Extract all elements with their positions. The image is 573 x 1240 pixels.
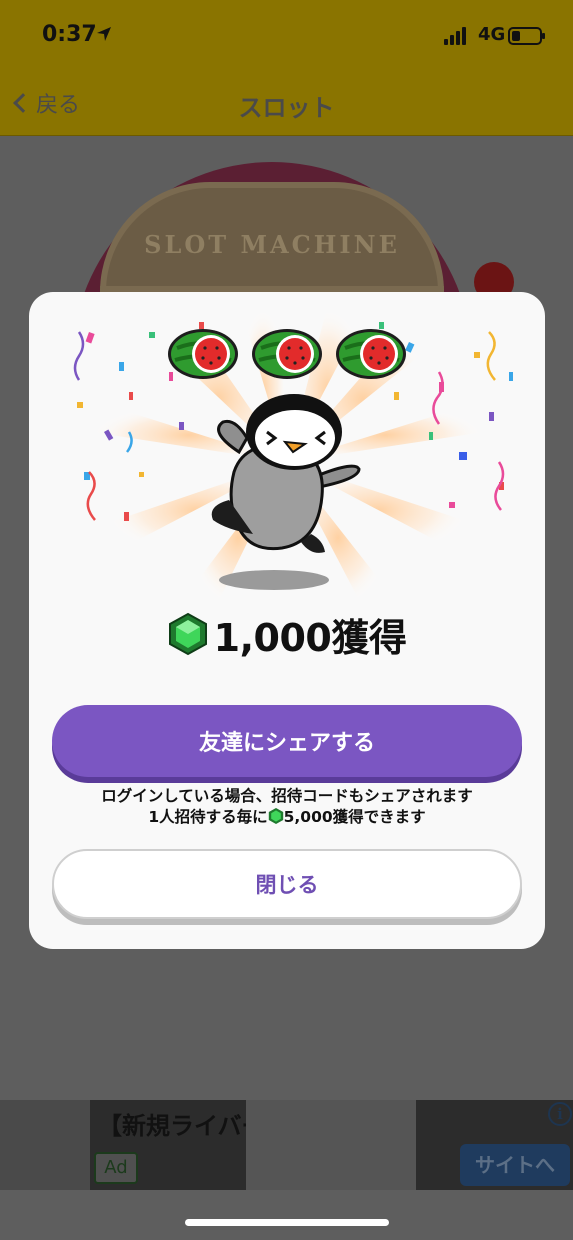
- ad-badge: Ad: [94, 1152, 138, 1184]
- reward-text: 1,000獲得: [213, 615, 407, 660]
- page-title: スロット: [238, 94, 335, 122]
- invite-note-prefix: 1人招待する毎に: [148, 808, 268, 826]
- reel-watermelon-2: [252, 329, 322, 379]
- home-indicator[interactable]: [185, 1219, 389, 1226]
- battery-level: [512, 31, 520, 41]
- ad-image: [0, 1100, 90, 1190]
- close-button[interactable]: 閉じる: [52, 849, 522, 919]
- ad-photo: [246, 1100, 416, 1190]
- invite-note: ログインしている場合、招待コードもシェアされます 1人招待する毎に 5,000獲得…: [29, 786, 545, 828]
- share-with-friends-button[interactable]: 友達にシェアする: [52, 705, 522, 777]
- status-bar: 0:37 4G: [0, 0, 573, 70]
- reward-dialog: 1,000獲得 友達にシェアする ログインしている場合、招待コードもシェアされま…: [29, 292, 545, 949]
- cell-signal-icon: [444, 27, 470, 45]
- info-icon[interactable]: i: [548, 1102, 572, 1126]
- ad-cta-button[interactable]: サイトへ: [460, 1144, 570, 1186]
- location-arrow-icon: [97, 27, 111, 41]
- green-gem-icon: [168, 612, 207, 656]
- invite-note-line-2: 1人招待する毎に 5,000獲得できます: [29, 807, 545, 828]
- reel-watermelon-1: [168, 329, 238, 379]
- slot-machine-sign: SLOT MACHINE: [100, 182, 444, 292]
- celebration-illustration: [73, 300, 513, 600]
- slot-machine-sign-text: SLOT MACHINE: [144, 230, 400, 259]
- network-type: 4G: [478, 24, 506, 45]
- reel-watermelon-3: [336, 329, 406, 379]
- green-gem-icon: [268, 808, 283, 824]
- nav-bar: 戻る スロット: [0, 70, 573, 136]
- reward-amount: 1,000獲得: [29, 606, 545, 662]
- ad-banner[interactable]: 【新規ライバー募集】 Ad i サイトへ: [0, 1100, 573, 1190]
- status-time: 0:37: [42, 22, 97, 47]
- home-area: [0, 1190, 573, 1240]
- battery-icon: [508, 27, 545, 45]
- invite-note-line-1: ログインしている場合、招待コードもシェアされます: [101, 787, 473, 805]
- invite-note-suffix: 5,000獲得できます: [283, 808, 426, 826]
